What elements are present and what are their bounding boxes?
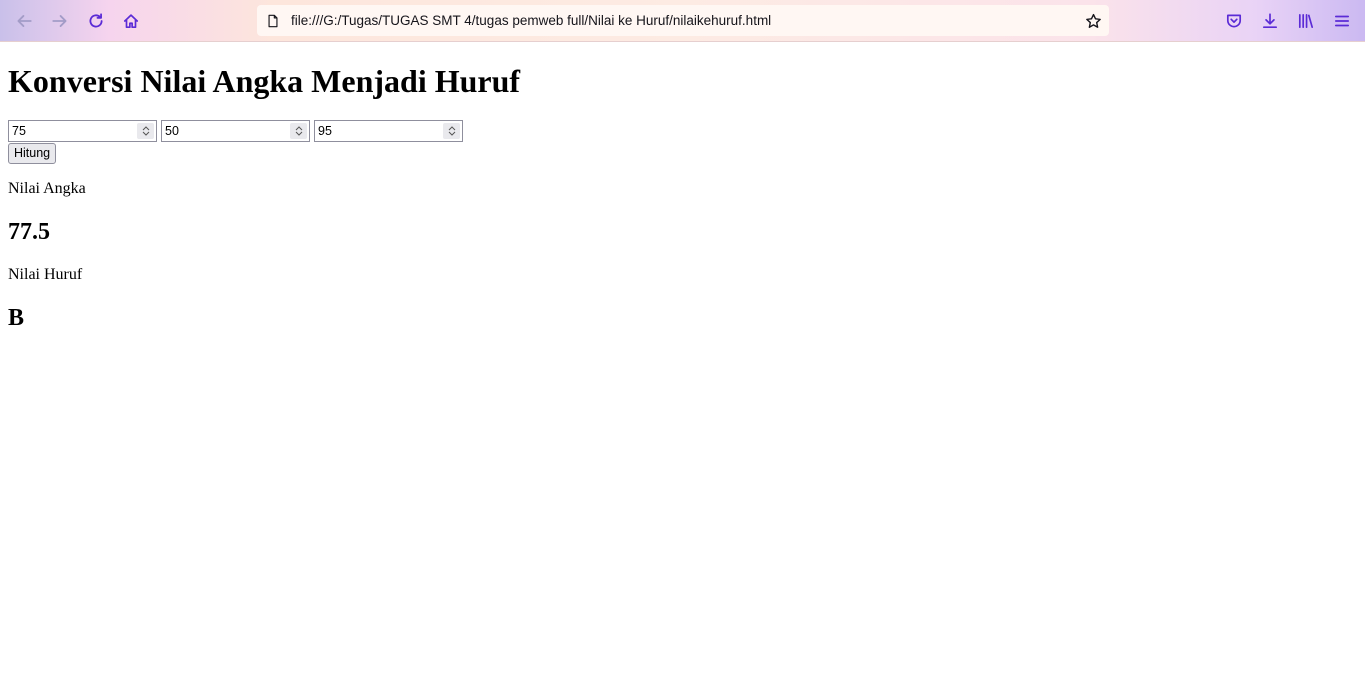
score-input-1-value: 75 (12, 124, 26, 138)
url-text[interactable]: file:///G:/Tugas/TUGAS SMT 4/tugas pemwe… (291, 13, 771, 28)
browser-toolbar: file:///G:/Tugas/TUGAS SMT 4/tugas pemwe… (0, 0, 1365, 42)
reload-icon[interactable] (83, 8, 109, 34)
bookmark-star-icon[interactable] (1083, 11, 1103, 31)
number-spinner-icon[interactable] (290, 123, 307, 139)
result-nilai-angka: 77.5 (8, 219, 50, 245)
score-input-2[interactable]: 50 (161, 120, 310, 142)
score-input-1[interactable]: 75 (8, 120, 157, 142)
hitung-button[interactable]: Hitung (8, 143, 57, 164)
url-bar[interactable]: file:///G:/Tugas/TUGAS SMT 4/tugas pemwe… (257, 5, 1109, 36)
label-nilai-angka: Nilai Angka (8, 180, 86, 197)
page-icon (266, 13, 282, 29)
number-spinner-icon[interactable] (137, 123, 154, 139)
label-nilai-huruf: Nilai Huruf (8, 266, 83, 283)
score-inputs: 75 50 95 (8, 120, 1357, 142)
pocket-icon[interactable] (1221, 8, 1247, 34)
back-arrow-icon[interactable] (11, 8, 37, 34)
home-icon[interactable] (118, 8, 144, 34)
library-icon[interactable] (1293, 8, 1319, 34)
result-nilai-huruf: B (8, 305, 25, 331)
number-spinner-icon[interactable] (443, 123, 460, 139)
page-content: Konversi Nilai Angka Menjadi Huruf 75 50… (0, 63, 1365, 332)
download-icon[interactable] (1257, 8, 1283, 34)
forward-arrow-icon[interactable] (47, 8, 73, 34)
page-title: Konversi Nilai Angka Menjadi Huruf (8, 63, 521, 99)
menu-icon[interactable] (1329, 8, 1355, 34)
score-input-3[interactable]: 95 (314, 120, 463, 142)
score-input-2-value: 50 (165, 124, 179, 138)
score-input-3-value: 95 (318, 124, 332, 138)
